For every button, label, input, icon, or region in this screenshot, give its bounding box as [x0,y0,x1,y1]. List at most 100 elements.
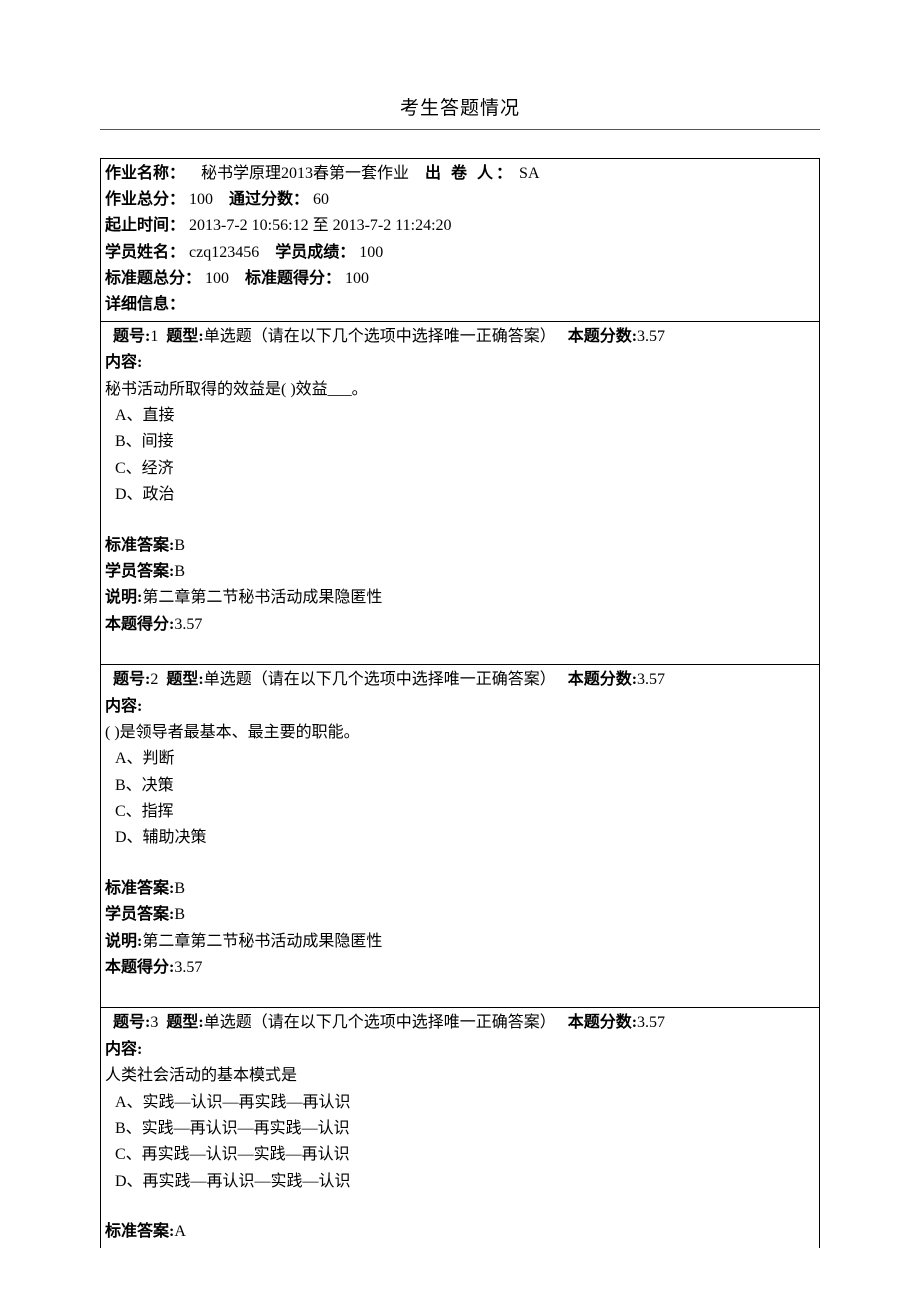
question-stem: ( )是领导者最基本、最主要的职能。 [105,720,815,746]
label-standard-answer: 标准答案: [105,1223,174,1240]
value-question-type: 单选题（请在以下几个选项中选择唯一正确答案） [204,1014,556,1031]
title-divider [100,129,820,130]
row-total-score: 作业总分： 100 通过分数： 60 [105,187,815,213]
label-period: 起止时间： [105,217,185,234]
label-std-got: 标准题得分： [245,270,341,287]
got-score-line: 本题得分:3.57 [105,955,815,981]
question-block: 题号:2 题型:单选题（请在以下几个选项中选择唯一正确答案） 本题分数:3.57… [101,664,819,1007]
question-option: B、间接 [115,429,815,455]
value-student-score: 100 [359,244,383,261]
value-period: 2013-7-2 10:56:12 至 2013-7-2 11:24:20 [189,217,452,234]
question-option: B、实践—再认识—再实践—认识 [115,1116,815,1142]
value-got-score: 3.57 [174,959,202,976]
question-stem: 人类社会活动的基本模式是 [105,1063,815,1089]
question-option: B、决策 [115,773,815,799]
label-question-score: 本题分数: [568,328,637,345]
explanation-line: 说明:第二章第二节秘书活动成果隐匿性 [105,929,815,955]
value-question-score: 3.57 [637,328,665,345]
label-got-score: 本题得分: [105,616,174,633]
value-assignment-name: 秘书学原理2013春第一套作业 [201,165,409,182]
question-headline: 题号:1 题型:单选题（请在以下几个选项中选择唯一正确答案） 本题分数:3.57 [105,324,815,350]
page-title: 考生答题情况 [100,95,820,124]
label-standard-answer: 标准答案: [105,537,174,554]
row-std-score: 标准题总分： 100 标准题得分： 100 [105,266,815,292]
label-std-total: 标准题总分： [105,270,201,287]
question-option: D、辅助决策 [115,825,815,851]
label-issuer: 出 卷 人： [425,165,515,182]
label-detail: 详细信息： [105,296,185,313]
label-question-score: 本题分数: [568,671,637,688]
label-question-score: 本题分数: [568,1014,637,1031]
value-pass-score: 60 [313,191,329,208]
main-content-box: 作业名称： 秘书学原理2013春第一套作业 出 卷 人： SA 作业总分： 10… [100,158,820,1248]
label-student-answer: 学员答案: [105,563,174,580]
value-question-score: 3.57 [637,1014,665,1031]
question-block: 题号:3 题型:单选题（请在以下几个选项中选择唯一正确答案） 本题分数:3.57… [101,1007,819,1247]
label-pass-score: 通过分数： [229,191,309,208]
standard-answer-line: 标准答案:A [105,1219,815,1245]
label-question-number: 题号: [113,328,150,345]
label-content: 内容: [105,1037,815,1063]
row-student-name: 学员姓名： czq123456 学员成绩： 100 [105,240,815,266]
question-headline: 题号:3 题型:单选题（请在以下几个选项中选择唯一正确答案） 本题分数:3.57 [105,1010,815,1036]
value-standard-answer: A [174,1223,186,1240]
question-options: A、实践—认识—再实践—再认识B、实践—再认识—再实践—认识C、再实践—认识—实… [105,1090,815,1196]
explanation-line: 说明:第二章第二节秘书活动成果隐匿性 [105,585,815,611]
question-option: C、再实践—认识—实践—再认识 [115,1142,815,1168]
label-explanation: 说明: [105,933,142,950]
value-standard-answer: B [174,880,185,897]
value-question-type: 单选题（请在以下几个选项中选择唯一正确答案） [204,671,556,688]
question-stem: 秘书活动所取得的效益是( )效益___。 [105,377,815,403]
value-standard-answer: B [174,537,185,554]
value-explanation: 第二章第二节秘书活动成果隐匿性 [142,933,382,950]
question-headline: 题号:2 题型:单选题（请在以下几个选项中选择唯一正确答案） 本题分数:3.57 [105,667,815,693]
label-content: 内容: [105,694,815,720]
spacer [105,852,815,876]
label-content: 内容: [105,350,815,376]
value-student-name: czq123456 [189,244,259,261]
value-question-number: 2 [150,671,158,688]
question-option: A、判断 [115,746,815,772]
got-score-line: 本题得分:3.57 [105,612,815,638]
value-got-score: 3.57 [174,616,202,633]
value-std-total: 100 [205,270,229,287]
row-detail: 详细信息： [105,292,815,318]
question-options: A、判断B、决策C、指挥D、辅助决策 [105,746,815,852]
value-std-got: 100 [345,270,369,287]
value-question-type: 单选题（请在以下几个选项中选择唯一正确答案） [204,328,556,345]
value-student-answer: B [174,906,185,923]
spacer [105,981,815,1005]
standard-answer-line: 标准答案:B [105,876,815,902]
student-answer-line: 学员答案:B [105,559,815,585]
value-question-number: 3 [150,1014,158,1031]
question-option: A、直接 [115,403,815,429]
student-answer-line: 学员答案:B [105,902,815,928]
question-option: C、指挥 [115,799,815,825]
value-explanation: 第二章第二节秘书活动成果隐匿性 [142,589,382,606]
label-assignment-name: 作业名称： [105,165,185,182]
spacer [105,638,815,662]
value-question-score: 3.57 [637,671,665,688]
question-block: 题号:1 题型:单选题（请在以下几个选项中选择唯一正确答案） 本题分数:3.57… [101,321,819,664]
question-option: D、政治 [115,482,815,508]
label-explanation: 说明: [105,589,142,606]
question-option: A、实践—认识—再实践—再认识 [115,1090,815,1116]
value-total-score: 100 [189,191,213,208]
label-standard-answer: 标准答案: [105,880,174,897]
question-option: C、经济 [115,456,815,482]
label-question-type: 题型: [166,1014,203,1031]
label-question-number: 题号: [113,1014,150,1031]
label-question-number: 题号: [113,671,150,688]
label-question-type: 题型: [166,328,203,345]
questions-container: 题号:1 题型:单选题（请在以下几个选项中选择唯一正确答案） 本题分数:3.57… [101,321,819,1248]
value-question-number: 1 [150,328,158,345]
question-option: D、再实践—再认识—实践—认识 [115,1169,815,1195]
label-total-score: 作业总分： [105,191,185,208]
label-student-name: 学员姓名： [105,244,185,261]
label-got-score: 本题得分: [105,959,174,976]
value-issuer: SA [519,165,539,182]
row-assignment-name: 作业名称： 秘书学原理2013春第一套作业 出 卷 人： SA [105,161,815,187]
label-student-score: 学员成绩： [275,244,355,261]
label-question-type: 题型: [166,671,203,688]
spacer [105,1195,815,1219]
